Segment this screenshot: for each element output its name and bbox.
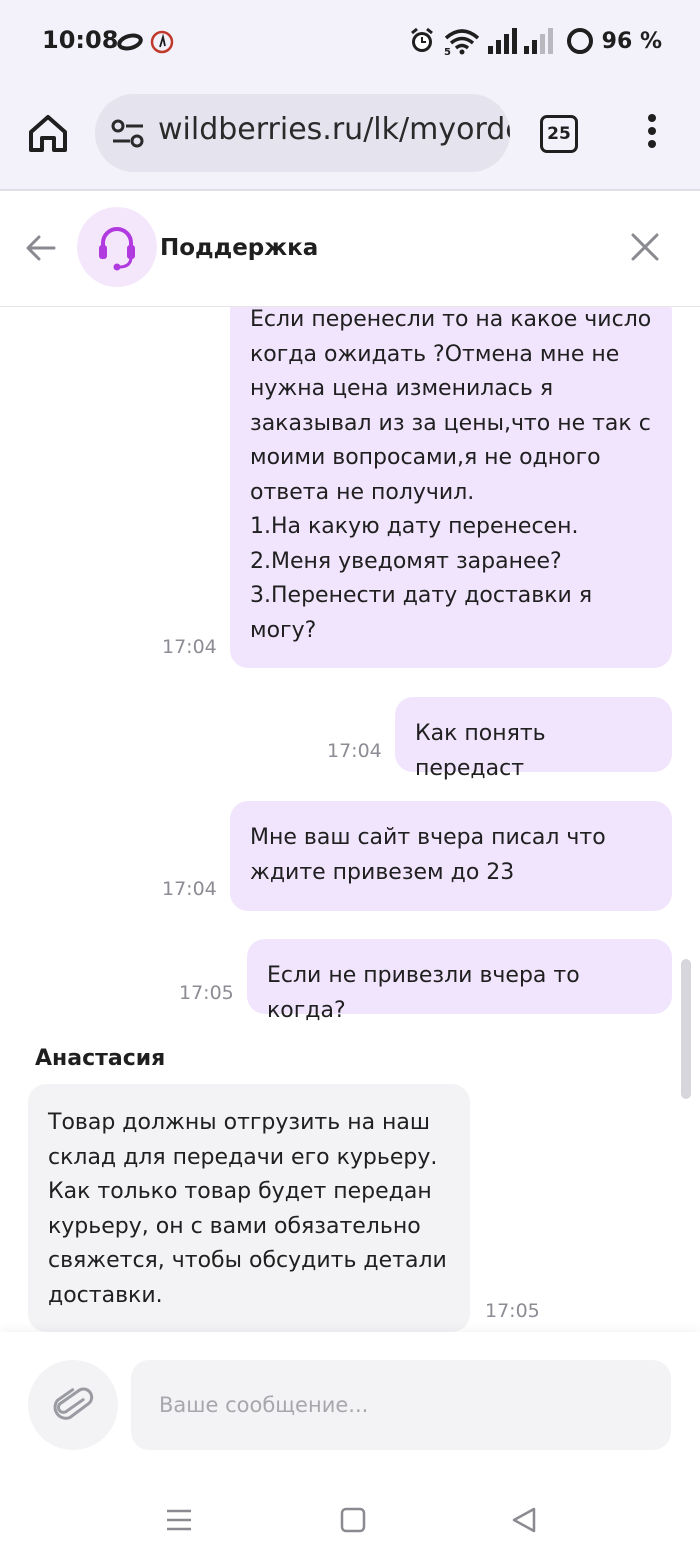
home-nav-button[interactable] bbox=[339, 1506, 367, 1538]
message-bubble-incoming: Товар должны отгрузить на наш склад для … bbox=[28, 1084, 470, 1332]
message-bubble-outgoing: Как понять передаст bbox=[395, 697, 672, 781]
wifi-icon: 5 bbox=[444, 29, 479, 56]
tab-switcher-button[interactable]: 25 bbox=[540, 115, 578, 153]
message-input[interactable] bbox=[131, 1360, 671, 1450]
system-icons: 5 bbox=[410, 27, 553, 56]
triangle-back-icon bbox=[512, 1507, 536, 1533]
close-icon bbox=[631, 233, 659, 261]
url-text[interactable]: wildberries.ru/lk/myorders bbox=[158, 112, 510, 147]
message-time: 17:04 bbox=[327, 740, 382, 762]
status-right: 5 96 % bbox=[408, 26, 662, 56]
close-button[interactable] bbox=[630, 232, 660, 266]
chat-header: Поддержка bbox=[0, 191, 700, 307]
arrow-left-icon bbox=[26, 235, 56, 261]
status-time: 10:08 bbox=[42, 26, 119, 54]
svg-text:5: 5 bbox=[444, 47, 451, 56]
menu-lines-icon bbox=[167, 1509, 191, 1531]
status-left-icons bbox=[110, 28, 180, 60]
recent-apps-button[interactable] bbox=[165, 1506, 193, 1538]
site-settings-icon[interactable] bbox=[111, 119, 145, 149]
battery-icon bbox=[566, 28, 593, 54]
system-nav-bar bbox=[0, 1480, 700, 1565]
menu-dot-icon bbox=[648, 140, 656, 148]
headset-icon bbox=[99, 227, 135, 271]
chat-title: Поддержка bbox=[160, 235, 319, 261]
alarm-clock-icon bbox=[410, 27, 433, 52]
attach-button[interactable] bbox=[28, 1360, 118, 1450]
paperclip-icon bbox=[53, 1387, 94, 1420]
message-composer bbox=[0, 1332, 700, 1480]
scrollbar-thumb[interactable] bbox=[681, 959, 691, 1099]
signal-icon bbox=[487, 28, 517, 54]
menu-dot-icon bbox=[648, 114, 656, 122]
address-bar[interactable]: wildberries.ru/lk/myorders bbox=[95, 94, 510, 172]
message-bubble-outgoing: Если перенесли то на какое число когда о… bbox=[230, 307, 672, 668]
infinity-icon bbox=[117, 33, 143, 51]
home-icon bbox=[29, 115, 67, 152]
menu-dot-icon bbox=[648, 127, 656, 135]
message-list[interactable]: Если перенесли то на какое число когда о… bbox=[0, 307, 700, 1332]
message-bubble-outgoing: Если не привезли вчера то когда? bbox=[247, 939, 672, 1023]
message-time: 17:04 bbox=[162, 878, 217, 900]
browser-toolbar: wildberries.ru/lk/myorders 25 bbox=[0, 84, 700, 191]
back-button[interactable] bbox=[24, 231, 58, 269]
message-time: 17:05 bbox=[179, 982, 234, 1004]
square-icon bbox=[340, 1507, 366, 1533]
message-bubble-outgoing: Мне ваш сайт вчера писал что ждите приве… bbox=[230, 801, 672, 911]
message-time: 17:05 bbox=[485, 1300, 540, 1322]
notification-icon bbox=[150, 30, 174, 54]
status-bar: 10:08 5 96 % bbox=[0, 0, 700, 84]
signal-icon-2 bbox=[523, 28, 553, 54]
support-avatar bbox=[77, 207, 157, 287]
home-button[interactable] bbox=[27, 112, 69, 154]
browser-menu-button[interactable] bbox=[642, 114, 662, 154]
back-nav-button[interactable] bbox=[510, 1506, 538, 1538]
battery-percent: 96 % bbox=[601, 28, 662, 54]
sender-name: Анастасия bbox=[35, 1046, 166, 1071]
message-time: 17:04 bbox=[162, 636, 217, 658]
